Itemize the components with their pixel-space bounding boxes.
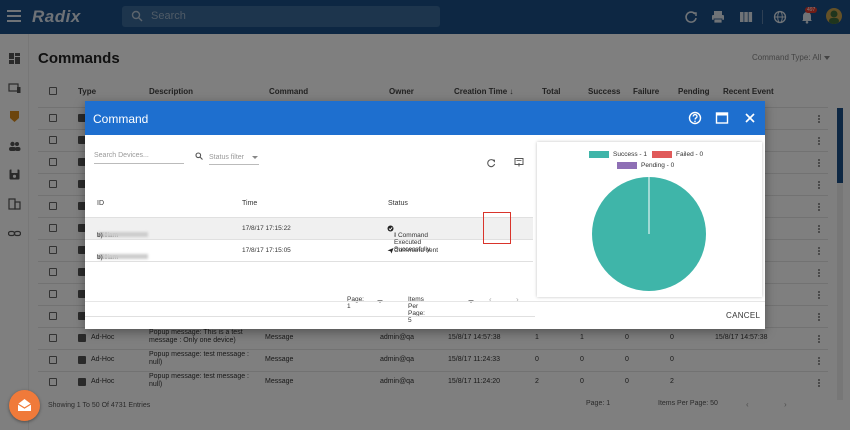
table-row[interactable]: Williamb) 17/8/17 17:15:22 - Command Exe… (85, 218, 533, 253)
inbox-icon (17, 399, 32, 411)
status-filter-placeholder: Status filter (209, 154, 245, 161)
export-icon[interactable] (514, 157, 524, 167)
search-icon (195, 152, 203, 160)
col-id[interactable]: ID (97, 200, 104, 207)
refresh-icon[interactable] (486, 158, 496, 168)
command-dialog: Command Search Devices... Status filter … (85, 101, 765, 329)
success-status-icon (387, 225, 394, 232)
result-time: 17/8/17 17:15:05 (242, 247, 291, 254)
table-row[interactable]: Williamb) 17/8/17 17:15:05 Command sent (85, 240, 533, 262)
status-chart-card: Success - 1 Failed - 0 Pending - 0 (537, 142, 762, 297)
warning-flag[interactable]: ! (394, 232, 396, 239)
help-icon[interactable] (688, 111, 702, 125)
chat-fab[interactable] (9, 390, 40, 421)
highlight-annotation (483, 212, 511, 244)
status-filter-select[interactable]: Status filter (195, 150, 259, 165)
cancel-button[interactable]: CANCEL (726, 311, 760, 320)
device-id-suffix: b) (97, 254, 103, 261)
dialog-footer: CANCEL (85, 301, 765, 329)
dialog-header: Command (85, 101, 765, 135)
close-icon[interactable] (743, 111, 757, 125)
result-status: Command sent (394, 247, 439, 254)
status-filter-underline (209, 164, 259, 165)
result-time: 17/8/17 17:15:22 (242, 225, 291, 232)
sent-status-icon (387, 248, 394, 254)
device-id-suffix: b) (97, 232, 103, 239)
maximize-icon[interactable] (715, 111, 729, 125)
device-search-placeholder: Search Devices... (94, 152, 149, 159)
col-time[interactable]: Time (242, 200, 257, 207)
redacted-text (98, 254, 148, 259)
chevron-down-icon (252, 156, 258, 159)
device-results-panel: Search Devices... Status filter ID Time … (85, 135, 535, 329)
redacted-text (98, 232, 148, 237)
col-status[interactable]: Status (388, 200, 408, 207)
dialog-title: Command (93, 112, 149, 126)
status-pie-chart (592, 177, 706, 291)
results-table-header: ID Time Status (85, 192, 533, 218)
device-search-input[interactable]: Search Devices... (94, 152, 184, 164)
